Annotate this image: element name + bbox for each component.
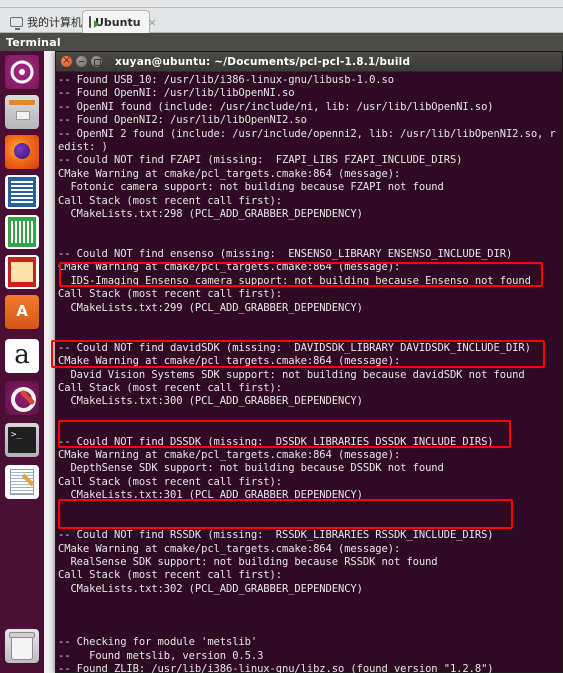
- terminal-line: RealSense SDK support: not building beca…: [58, 556, 438, 569]
- terminal-line: -- Could NOT find RSSDK (missing: RSSDK_…: [58, 529, 494, 542]
- terminal-line: IDS-Imaging Ensenso camera support: not …: [58, 274, 531, 287]
- launcher-item-software[interactable]: [5, 295, 39, 329]
- ubuntu-desktop: xuyan@ubuntu: ~/Documents/pcl-pcl-1.8.1/…: [0, 51, 563, 673]
- browser-chrome-top: [0, 0, 563, 8]
- libreoffice-writer-icon: [5, 175, 39, 209]
- launcher-item-trash[interactable]: [5, 629, 39, 663]
- terminal-line: CMakeLists.txt:301 (PCL_ADD_GRABBER_DEPE…: [58, 489, 363, 502]
- terminal-title: xuyan@ubuntu: ~/Documents/pcl-pcl-1.8.1/…: [115, 55, 411, 68]
- terminal-line: -- Checking for module 'metslib': [58, 636, 258, 649]
- close-icon[interactable]: [61, 54, 72, 67]
- virtual-machine-icon: [89, 16, 99, 28]
- terminal-output[interactable]: -- Found USB_10: /usr/lib/i386-linux-gnu…: [56, 72, 562, 673]
- unity-launcher[interactable]: [0, 51, 44, 673]
- tab-my-computer-label: 我的计算机: [27, 15, 82, 29]
- launcher-item-files[interactable]: [5, 95, 39, 129]
- libreoffice-calc-icon: [5, 215, 39, 249]
- terminal-line: -- Could NOT find FZAPI (missing: FZAPI_…: [58, 154, 562, 167]
- terminal-line: edist: ): [58, 140, 108, 153]
- terminal-line: CMakeLists.txt:302 (PCL_ADD_GRABBER_DEPE…: [58, 582, 363, 595]
- terminal-line: CMakeLists.txt:300 (PCL_ADD_GRABBER_DEPE…: [58, 395, 363, 408]
- terminal-line: CMakeLists.txt:299 (PCL_ADD_GRABBER_DEPE…: [58, 301, 363, 314]
- browser-tabstrip: 我的计算机 × Ubuntu ×: [0, 8, 563, 33]
- terminal-line: -- Found OpenNI2: /usr/lib/libOpenNI2.so: [58, 114, 307, 127]
- terminal-line: CMake Warning at cmake/pcl_targets.cmake…: [58, 167, 401, 180]
- launcher-item-firefox[interactable]: [5, 135, 39, 169]
- tab-ubuntu[interactable]: Ubuntu ×: [82, 10, 157, 33]
- libreoffice-impress-icon: [5, 255, 39, 289]
- ubuntu-software-icon: [5, 295, 39, 329]
- terminal-line: David Vision Systems SDK support: not bu…: [58, 368, 525, 381]
- tab-ubuntu-close-icon[interactable]: ×: [148, 16, 157, 29]
- launcher-item-dash[interactable]: [5, 55, 39, 89]
- launcher-item-settings[interactable]: [5, 381, 39, 415]
- app-menubar[interactable]: Terminal: [0, 33, 563, 51]
- trash-icon: [5, 629, 39, 663]
- files-icon: [5, 95, 39, 129]
- launcher-item-terminal[interactable]: [5, 423, 39, 457]
- minimize-icon[interactable]: [76, 56, 87, 67]
- terminal-line: Fotonic camera support: not building bec…: [58, 181, 444, 194]
- terminal-line: -- Could NOT find davidSDK (missing: DAV…: [58, 341, 531, 354]
- terminal-line: Call Stack (most recent call first):: [58, 288, 282, 301]
- terminal-line: Call Stack (most recent call first):: [58, 381, 282, 394]
- terminal-line: CMakeLists.txt:298 (PCL_ADD_GRABBER_DEPE…: [58, 207, 363, 220]
- maximize-icon[interactable]: [91, 56, 102, 67]
- terminal-line: CMake Warning at cmake/pcl_targets.cmake…: [58, 448, 401, 461]
- terminal-line: -- Found metslib, version 0.5.3: [58, 649, 264, 662]
- amazon-icon: [5, 339, 39, 373]
- terminal-line: Call Stack (most recent call first):: [58, 194, 282, 207]
- terminal-line-prefix: --: [58, 154, 77, 167]
- system-settings-icon: [5, 381, 39, 415]
- terminal-line: -- Could NOT find DSSDK (missing: DSSDK_…: [58, 435, 494, 448]
- monitor-icon: [10, 17, 23, 30]
- terminal-icon: [5, 423, 39, 457]
- launcher-item-editor[interactable]: [5, 465, 39, 499]
- terminal-line: Call Stack (most recent call first):: [58, 475, 282, 488]
- terminal-line: -- Found USB_10: /usr/lib/i386-linux-gnu…: [58, 74, 394, 86]
- ubuntu-dash-icon: [5, 55, 39, 89]
- terminal-window[interactable]: xuyan@ubuntu: ~/Documents/pcl-pcl-1.8.1/…: [51, 51, 563, 673]
- terminal-line: Call Stack (most recent call first):: [58, 569, 282, 582]
- launcher-item-impress[interactable]: [5, 255, 39, 289]
- terminal-line: -- OpenNI 2 found (include: /usr/include…: [58, 127, 556, 140]
- tab-ubuntu-label: Ubuntu: [95, 15, 141, 29]
- launcher-item-amazon[interactable]: [5, 339, 39, 373]
- terminal-line: CMake Warning at cmake/pcl_targets.cmake…: [58, 261, 401, 274]
- terminal-line: CMake Warning at cmake/pcl_targets.cmake…: [58, 542, 401, 555]
- launcher-item-calc[interactable]: [5, 215, 39, 249]
- terminal-line: -- Found ZLIB: /usr/lib/i386-linux-gnu/l…: [58, 663, 494, 673]
- firefox-icon: [5, 135, 39, 169]
- menubar-title: Terminal: [6, 35, 61, 49]
- text-editor-icon: [5, 465, 39, 499]
- terminal-line: DepthSense SDK support: not building bec…: [58, 462, 444, 475]
- terminal-line: -- Could NOT find ensenso (missing: ENSE…: [58, 248, 513, 261]
- terminal-line: -- Found OpenNI: /usr/lib/libOpenNI.so: [58, 87, 295, 100]
- terminal-line: CMake Warning at cmake/pcl_targets.cmake…: [58, 355, 401, 368]
- launcher-item-writer[interactable]: [5, 175, 39, 209]
- terminal-titlebar[interactable]: xuyan@ubuntu: ~/Documents/pcl-pcl-1.8.1/…: [56, 52, 562, 72]
- terminal-selected-text[interactable]: Could NOT find FZAPI (missing: FZAPI_LIB…: [77, 154, 463, 166]
- terminal-line: -- OpenNI found (include: /usr/include/n…: [58, 100, 494, 113]
